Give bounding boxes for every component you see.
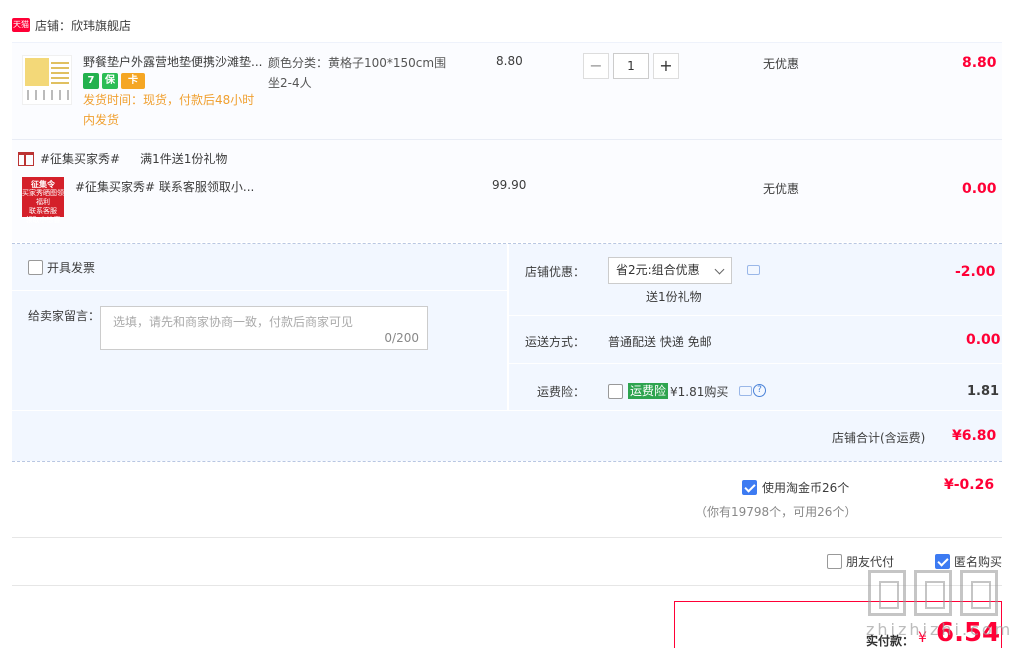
coins-label[interactable]: 使用淘金币26个 — [762, 479, 849, 496]
message-label: 给卖家留言： — [28, 309, 101, 323]
gift-price: 99.90 — [492, 178, 527, 192]
item-discount: 无优惠 — [763, 57, 800, 71]
coupon-amount: -2.00 — [955, 264, 996, 280]
insurance-amount: 1.81 — [967, 384, 1000, 399]
gift-total: 0.00 — [962, 181, 997, 197]
coupon-label: 店铺优惠： — [524, 265, 585, 279]
subtotal-label: 店铺合计(含运费) — [832, 431, 926, 445]
site-watermark: zhizhizhi.com — [866, 566, 1012, 648]
seller-message-input[interactable]: 选填，请先和商家协商一致，付款后商家可见 0/200 — [100, 306, 428, 350]
row-divider — [12, 139, 1002, 140]
service-tags: 7 保 卡 — [83, 73, 145, 89]
chat-bubble-icon[interactable] — [747, 265, 760, 275]
product-thumbnail[interactable] — [22, 55, 72, 105]
shipping-method: 普通配送 快递 免邮 — [608, 335, 712, 349]
section-divider — [12, 585, 1002, 586]
gift-title[interactable]: #征集买家秀# 联系客服领取小... — [75, 178, 254, 195]
taobao-coins-option[interactable]: 使用淘金币26个 — [742, 479, 849, 496]
product-sku: 颜色分类：黄格子100*150cm围坐2-4人 — [268, 56, 447, 90]
shipping-amount: 0.00 — [966, 332, 1001, 348]
friend-pay-checkbox[interactable] — [827, 554, 842, 569]
insurance-tag[interactable]: 运费险 — [628, 383, 669, 399]
shop-name[interactable]: 店铺：欣玮旗舰店 — [35, 17, 131, 34]
credit-card-icon[interactable]: 卡 — [121, 73, 145, 89]
options-separator — [509, 363, 1002, 364]
quantity-stepper: − 1 + — [583, 53, 679, 79]
shipping-time-note: 发货时间：现货，付款后48小时内发货 — [83, 93, 255, 127]
invoice-option[interactable]: 开具发票 — [28, 259, 95, 276]
coupon-select[interactable]: 省2元:组合优惠 — [608, 257, 732, 284]
invoice-checkbox[interactable] — [28, 260, 43, 275]
options-separator — [509, 315, 1002, 316]
shop-header: 天猫 店铺：欣玮旗舰店 — [12, 16, 131, 34]
subtotal-amount: ¥6.80 — [952, 428, 997, 444]
guarantee-icon[interactable]: 保 — [102, 73, 118, 89]
chevron-down-icon — [714, 264, 725, 275]
decrease-quantity-button[interactable]: − — [583, 53, 609, 79]
coupon-gift-note: 送1份礼物 — [646, 290, 702, 304]
watermark-text: zhizhizhi.com — [866, 620, 1012, 639]
coins-balance-note: （你有19798个，可用26个） — [695, 505, 857, 519]
chat-bubble-icon[interactable] — [739, 386, 752, 396]
shipping-label: 运送方式： — [524, 335, 585, 349]
unit-price: 8.80 — [496, 54, 523, 68]
coupon-selected-value: 省2元:组合优惠 — [616, 263, 700, 277]
invoice-label[interactable]: 开具发票 — [47, 259, 95, 276]
gift-discount: 无优惠 — [763, 182, 800, 196]
tmall-badge-icon: 天猫 — [12, 18, 30, 32]
item-total: 8.80 — [962, 55, 997, 71]
coins-amount: ¥-0.26 — [944, 477, 995, 493]
insurance-checkbox[interactable] — [608, 384, 623, 399]
help-question-icon[interactable]: ? — [753, 384, 766, 397]
gift-promo-name: #征集买家秀# — [40, 152, 121, 166]
gift-promo-row: #征集买家秀# 满1件送1份礼物 — [18, 150, 227, 167]
insurance-price[interactable]: ¥1.81购买 — [670, 383, 728, 400]
order-items-area — [12, 42, 1002, 242]
options-separator — [507, 244, 509, 410]
section-divider — [12, 537, 1002, 538]
section-divider — [12, 461, 1002, 462]
message-placeholder: 选填，请先和商家协商一致，付款后商家可见 — [113, 315, 354, 329]
gift-thumbnail[interactable]: 征集令 买家秀晒图领福利 联系客服 领取小惊喜 — [22, 177, 64, 224]
gift-promo-rule: 满1件送1份礼物 — [140, 152, 228, 166]
quantity-input[interactable]: 1 — [613, 53, 649, 79]
options-separator — [12, 290, 507, 291]
increase-quantity-button[interactable]: + — [653, 53, 679, 79]
insurance-label: 运费险： — [536, 385, 585, 399]
seven-day-return-icon[interactable]: 7 — [83, 73, 99, 89]
product-title[interactable]: 野餐垫户外露营地垫便携沙滩垫... — [83, 54, 263, 70]
gift-icon — [18, 151, 34, 166]
coins-checkbox[interactable] — [742, 480, 757, 495]
message-char-count: 0/200 — [384, 331, 419, 345]
